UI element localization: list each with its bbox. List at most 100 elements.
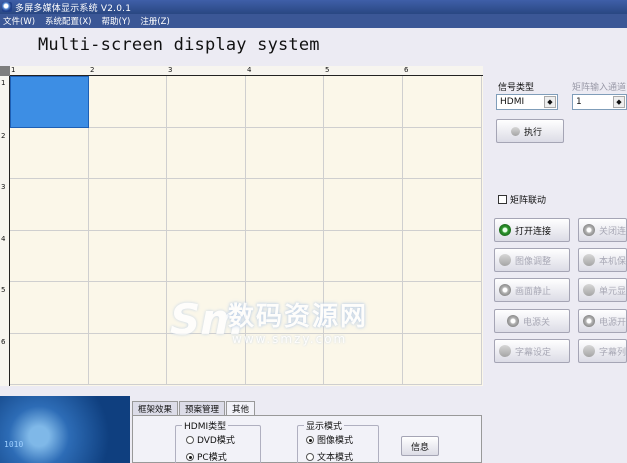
title-bar: 多屏多媒体显示系统 V2.0.1 [0, 0, 627, 14]
power-on-button[interactable]: 电源开 [578, 309, 627, 333]
grid-cell[interactable] [324, 127, 403, 179]
grid-cell[interactable] [10, 76, 89, 128]
text-mode-label: 文本模式 [317, 453, 354, 463]
signal-type-label: 信号类型 [498, 83, 535, 93]
radio-text[interactable] [306, 452, 314, 461]
radio-dvd[interactable] [186, 435, 194, 444]
tab-other[interactable]: 其他 [226, 401, 256, 415]
grid-cell[interactable] [167, 76, 246, 128]
grid-cell[interactable] [403, 333, 482, 385]
disconnect-icon [583, 224, 595, 236]
grid-cell[interactable] [10, 127, 89, 179]
connect-icon [499, 224, 511, 236]
row-label: 4 [1, 235, 6, 243]
chevron-down-icon[interactable]: ◆ [544, 96, 556, 108]
grid-cell[interactable] [88, 179, 168, 231]
tab-plan-management[interactable]: 预案管理 [179, 401, 226, 415]
matrix-input-stepper[interactable]: 1 ◆ [572, 94, 627, 110]
hdmi-type-group: HDMI类型 DVD模式 PC模式 [175, 419, 261, 463]
grid-cell[interactable] [167, 282, 246, 334]
grid-cell[interactable] [245, 333, 325, 385]
grid-cell[interactable] [324, 230, 403, 282]
radio-text-mode[interactable]: 文本模式 [306, 450, 353, 463]
row-label: 1 [1, 79, 6, 87]
grid-cell[interactable] [324, 76, 403, 128]
col-label: 3 [168, 66, 173, 74]
grid-cell[interactable] [324, 333, 403, 385]
grid-row-ruler: 1 2 3 4 5 6 [0, 76, 10, 386]
window-title: 多屏多媒体显示系统 V2.0.1 [15, 3, 132, 14]
grid-cell[interactable] [403, 179, 482, 231]
col-label: 5 [325, 66, 330, 74]
signal-type-value: HDMI [500, 97, 525, 107]
image-adjust-label: 图像调整 [515, 256, 552, 267]
menu-file[interactable]: 文件(W) [3, 15, 35, 27]
row-label: 2 [1, 132, 6, 140]
grid-cell[interactable] [88, 282, 168, 334]
banner-binary-text: 1010 [4, 440, 24, 449]
app-window: 多屏多媒体显示系统 V2.0.1 文件(W) 系统配置(X) 帮助(Y) 注册(… [0, 0, 627, 463]
matrix-input-value: 1 [576, 97, 582, 107]
radio-pc-mode[interactable]: PC模式 [186, 450, 227, 463]
image-adjust-button[interactable]: 图像调整 [494, 248, 570, 272]
execute-button[interactable]: 执行 [496, 119, 564, 143]
subtitle-list-icon [583, 345, 595, 357]
radio-image-mode[interactable]: 图像模式 [306, 433, 353, 446]
power-off-button[interactable]: 电源关 [494, 309, 570, 333]
radio-image[interactable] [306, 435, 314, 444]
grid-cell[interactable] [245, 282, 325, 334]
grid-cell[interactable] [167, 333, 246, 385]
grid-cell[interactable] [88, 333, 168, 385]
menu-system-config[interactable]: 系统配置(X) [45, 15, 91, 27]
menu-help[interactable]: 帮助(Y) [102, 15, 131, 27]
grid-cell[interactable] [10, 179, 89, 231]
display-mode-title: 显示模式 [304, 419, 345, 432]
grid-cell[interactable] [245, 230, 325, 282]
grid-cell[interactable] [167, 127, 246, 179]
col-label: 4 [247, 66, 252, 74]
signal-type-select[interactable]: HDMI ◆ [496, 94, 558, 110]
radio-dvd-mode[interactable]: DVD模式 [186, 433, 235, 446]
open-connection-button[interactable]: 打开连接 [494, 218, 570, 242]
grid-cell[interactable] [10, 230, 89, 282]
screen-grid: 1 2 3 4 5 6 1 2 3 4 5 6 [0, 66, 483, 386]
unit-display-label: 单元显 [599, 286, 627, 297]
subtitle-icon [499, 345, 511, 357]
grid-cell[interactable] [403, 282, 482, 334]
grid-cell[interactable] [167, 230, 246, 282]
grid-cell[interactable] [88, 230, 168, 282]
display-mode-group: 显示模式 图像模式 文本模式 [297, 419, 379, 463]
stepper-icon[interactable]: ◆ [613, 96, 625, 108]
local-save-button[interactable]: 本机保 [578, 248, 627, 272]
freeze-frame-button[interactable]: 画面静止 [494, 278, 570, 302]
col-label: 1 [11, 66, 16, 74]
execute-label: 执行 [524, 127, 543, 138]
grid-cell[interactable] [88, 76, 168, 128]
grid-cell[interactable] [245, 179, 325, 231]
grid-cell[interactable] [403, 127, 482, 179]
subtitle-settings-label: 字幕设定 [515, 347, 552, 358]
grid-cell[interactable] [245, 127, 325, 179]
grid-cell[interactable] [245, 76, 325, 128]
grid-cell[interactable] [324, 179, 403, 231]
grid-cell[interactable] [88, 127, 168, 179]
matrix-link-checkbox[interactable] [498, 195, 507, 204]
grid-column-ruler: 1 2 3 4 5 6 [10, 66, 483, 76]
power-off-icon [507, 315, 519, 327]
radio-pc[interactable] [186, 452, 194, 461]
grid-cell[interactable] [167, 179, 246, 231]
close-connection-button[interactable]: 关闭连 [578, 218, 627, 242]
info-button[interactable]: 信息 [401, 436, 439, 456]
unit-display-button[interactable]: 单元显 [578, 278, 627, 302]
col-label: 2 [90, 66, 95, 74]
grid-cell[interactable] [10, 282, 89, 334]
subtitle-list-button[interactable]: 字幕列 [578, 339, 627, 363]
grid-cell[interactable] [403, 76, 482, 128]
subtitle-settings-button[interactable]: 字幕设定 [494, 339, 570, 363]
grid-cell[interactable] [10, 333, 89, 385]
freeze-frame-label: 画面静止 [515, 286, 552, 297]
menu-register[interactable]: 注册(Z) [140, 15, 169, 27]
grid-cell[interactable] [324, 282, 403, 334]
tab-frame-effect[interactable]: 框架效果 [132, 401, 179, 415]
grid-cell[interactable] [403, 230, 482, 282]
